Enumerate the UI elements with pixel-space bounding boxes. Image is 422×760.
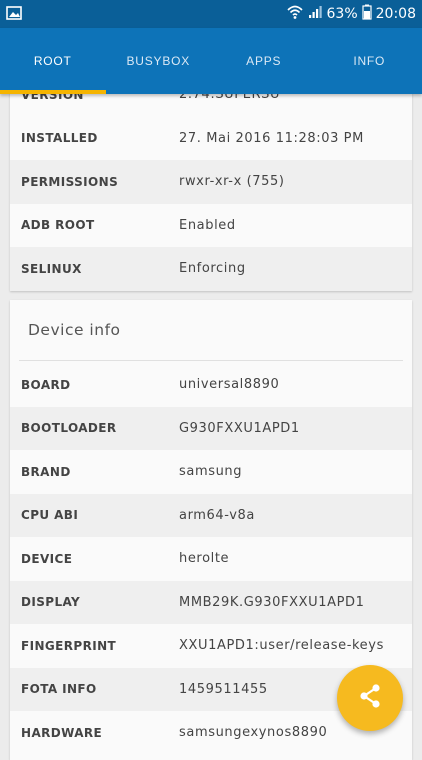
tab-label: INFO — [353, 54, 385, 68]
info-row-board: BOARD universal8890 — [10, 363, 412, 407]
tab-label: APPS — [246, 54, 281, 68]
row-key: BOOTLOADER — [21, 421, 117, 435]
row-value: 1459511455 — [179, 682, 268, 697]
clock: 20:08 — [376, 6, 416, 22]
active-tab-indicator — [0, 90, 106, 94]
row-value: 27. Mai 2016 11:28:03 PM — [179, 131, 364, 146]
row-key: BRAND — [21, 465, 71, 479]
row-key: FINGERPRINT — [21, 639, 116, 653]
tab-root[interactable]: ROOT — [0, 28, 106, 94]
row-value: Enforcing — [179, 261, 246, 276]
wifi-icon — [287, 4, 303, 24]
row-key: PERMISSIONS — [21, 175, 118, 189]
battery-icon — [362, 4, 372, 24]
row-value: XXU1APD1:user/release-keys — [179, 638, 384, 653]
info-row-installed: INSTALLED 27. Mai 2016 11:28:03 PM — [10, 117, 412, 161]
row-value: Enabled — [179, 218, 236, 233]
row-key: SELINUX — [21, 262, 82, 276]
row-key: BOARD — [21, 378, 71, 392]
info-row-brand: BRAND samsung — [10, 450, 412, 494]
row-value: G930FXXU1APD1 — [179, 421, 300, 436]
gallery-notification-icon — [6, 5, 22, 25]
row-key: CPU ABI — [21, 508, 78, 522]
tab-apps[interactable]: APPS — [211, 28, 317, 94]
info-row-display: DISPLAY MMB29K.G930FXXU1APD1 — [10, 581, 412, 625]
row-key: FOTA INFO — [21, 682, 97, 696]
row-value: universal8890 — [179, 377, 279, 392]
row-key: HARDWARE — [21, 726, 102, 740]
info-row-permissions: PERMISSIONS rwxr-xr-x (755) — [10, 160, 412, 204]
row-value: MMB29K.G930FXXU1APD1 — [179, 595, 365, 610]
tab-label: BUSYBOX — [126, 54, 190, 68]
share-button[interactable] — [337, 665, 403, 731]
root-info-card: VERSION 2.74:SUPERSU INSTALLED 27. Mai 2… — [10, 73, 412, 291]
battery-percent: 63% — [327, 6, 358, 22]
tab-label: ROOT — [34, 54, 72, 68]
row-value: samsung — [179, 464, 242, 479]
share-icon — [357, 683, 383, 713]
row-key: DISPLAY — [21, 595, 80, 609]
row-value: arm64-v8a — [179, 508, 255, 523]
row-value: rwxr-xr-x (755) — [179, 174, 285, 189]
info-row-device: DEVICE herolte — [10, 537, 412, 581]
info-row-selinux: SELINUX Enforcing — [10, 247, 412, 291]
signal-icon — [307, 4, 323, 24]
tab-busybox[interactable]: BUSYBOX — [106, 28, 212, 94]
info-row-adb-root: ADB ROOT Enabled — [10, 204, 412, 248]
status-bar: 63% 20:08 — [0, 0, 422, 28]
tab-info[interactable]: INFO — [317, 28, 422, 94]
row-value: herolte — [179, 551, 229, 566]
tab-bar: ROOT BUSYBOX APPS INFO — [0, 28, 422, 94]
row-key: INSTALLED — [21, 131, 98, 145]
info-row-bootloader: BOOTLOADER G930FXXU1APD1 — [10, 407, 412, 451]
info-row-fingerprint: FINGERPRINT XXU1APD1:user/release-keys — [10, 624, 412, 668]
row-key: DEVICE — [21, 552, 72, 566]
info-row-cpu-abi: CPU ABI arm64-v8a — [10, 494, 412, 538]
row-key: ADB ROOT — [21, 218, 95, 232]
row-value: samsungexynos8890 — [179, 725, 327, 740]
card-title: Device info — [10, 300, 412, 360]
